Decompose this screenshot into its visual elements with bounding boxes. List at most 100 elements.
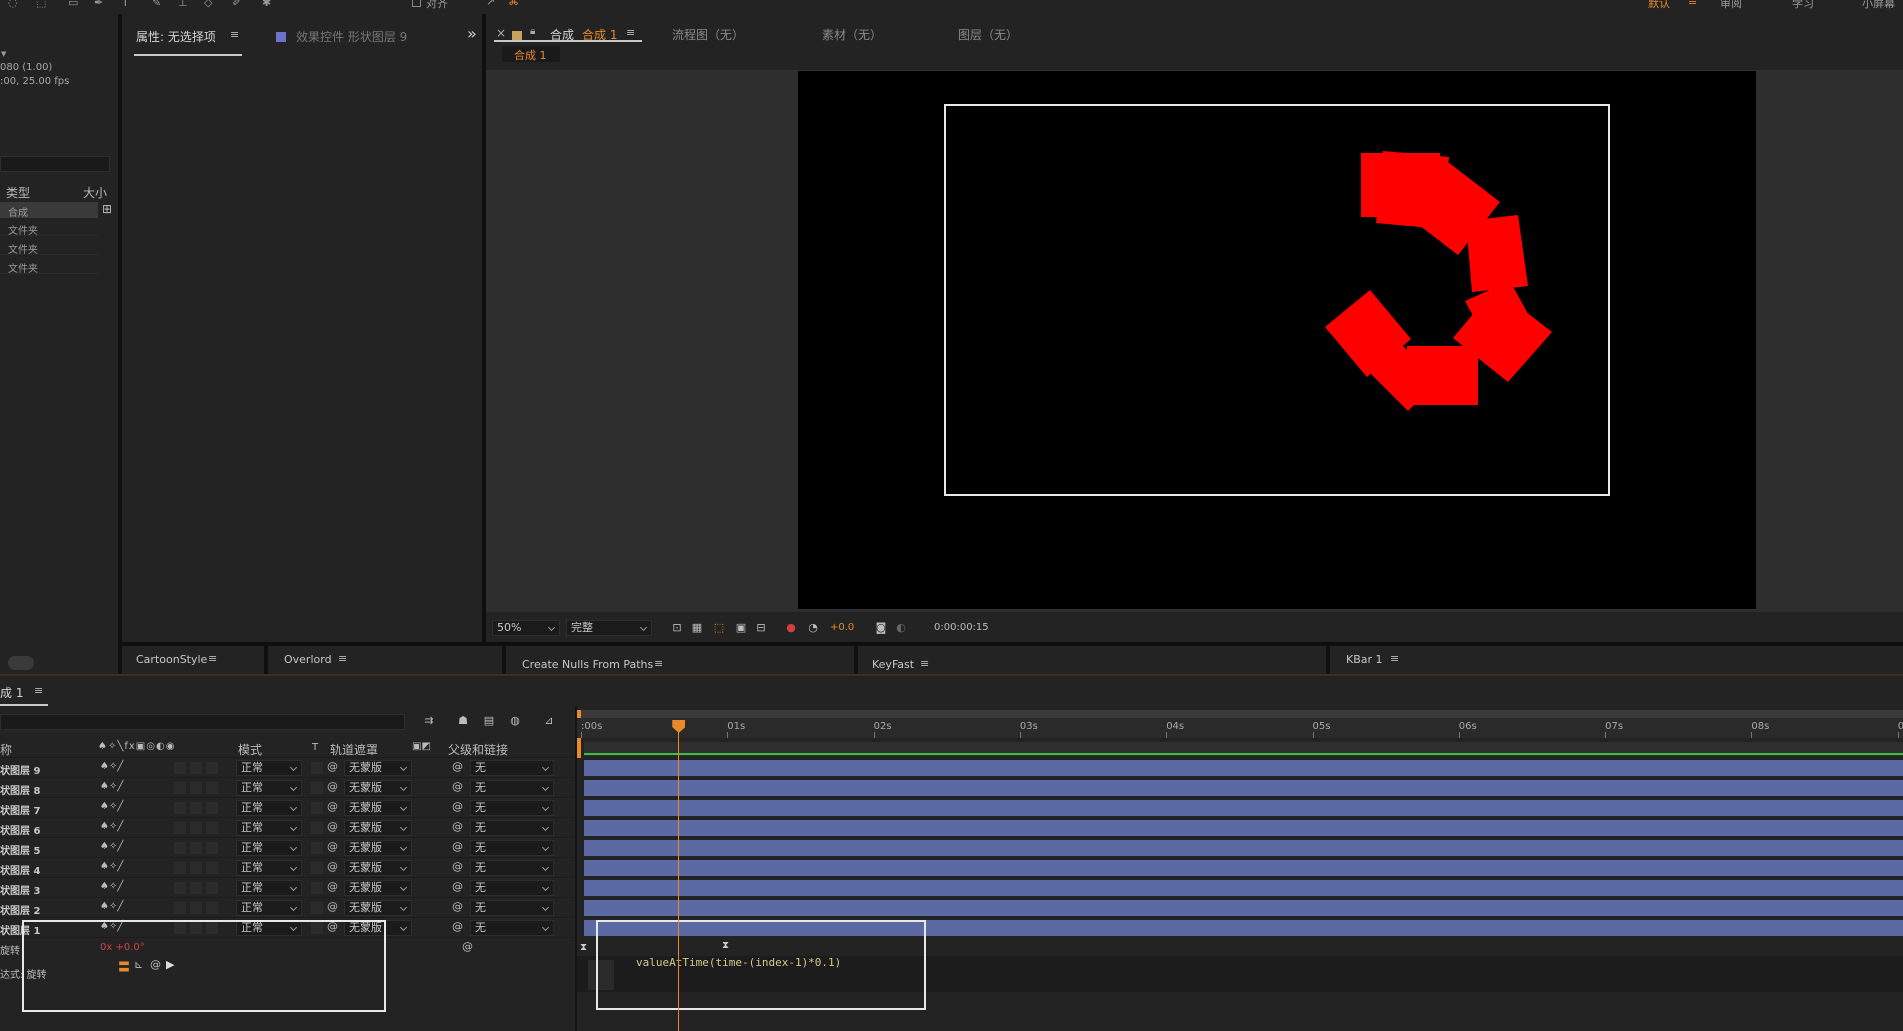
color-channels-icon[interactable]: ●	[784, 621, 798, 635]
layer-parent-dropdown[interactable]: 无	[470, 900, 554, 916]
type-tool-icon[interactable]: T	[122, 0, 129, 9]
preserve-transparency-box[interactable]	[311, 842, 323, 854]
panel-menu-icon[interactable]: ≡	[338, 652, 347, 665]
layer-parent-dropdown[interactable]: 无	[470, 880, 554, 896]
layer-parent-dropdown[interactable]: 无	[470, 840, 554, 856]
resolution-dropdown[interactable]: 完整	[566, 620, 652, 636]
layer-name[interactable]: 状图层 4	[0, 862, 40, 877]
project-item-row[interactable]: 文件夹	[0, 239, 98, 256]
layer-matte-dropdown[interactable]: 无蒙版	[344, 860, 412, 876]
tab-effect-controls[interactable]: 效果控件 形状图层 9	[296, 28, 407, 45]
layer-switches-icons[interactable]: ♠✧╱	[100, 781, 123, 792]
layer-name[interactable]: 状图层 3	[0, 882, 40, 897]
rectangle-tool-icon[interactable]: ▭	[68, 0, 78, 9]
parent-pickwhip-icon[interactable]: @	[452, 840, 463, 853]
layer-switches-icons[interactable]: ♠✧╱	[100, 821, 123, 832]
preserve-transparency-box[interactable]	[311, 822, 323, 834]
project-search-input[interactable]	[0, 156, 110, 172]
tab-footage[interactable]: 素材（无）	[822, 26, 882, 43]
tab-menu-icon[interactable]: ≡	[34, 684, 43, 697]
layer-mode-dropdown[interactable]: 正常	[236, 900, 302, 916]
parent-pickwhip-icon[interactable]: @	[452, 820, 463, 833]
col-size-header[interactable]: 大小	[83, 184, 107, 201]
layer-name[interactable]: 状图层 2	[0, 902, 40, 917]
chevron-down-icon[interactable]: ▼	[1, 50, 6, 58]
layer-av-boxes[interactable]	[174, 882, 218, 894]
parent-pickwhip-icon[interactable]: @	[452, 800, 463, 813]
workspace-default[interactable]: 默认	[1648, 0, 1670, 11]
layer-parent-dropdown[interactable]: 无	[470, 760, 554, 776]
show-snapshot-icon[interactable]: ◐	[894, 621, 908, 635]
timecode-display[interactable]: 0:00:00:15	[934, 622, 989, 633]
work-area-start-handle[interactable]	[577, 738, 581, 758]
layer-parent-dropdown[interactable]: 无	[470, 820, 554, 836]
matte-pickwhip-icon[interactable]: @	[327, 880, 338, 893]
layer-mode-dropdown[interactable]: 正常	[236, 860, 302, 876]
playhead[interactable]	[672, 720, 686, 1031]
layer-matte-dropdown[interactable]: 无蒙版	[344, 760, 412, 776]
timeline-tab[interactable]: 成 1	[0, 684, 23, 701]
brush-tool-icon[interactable]: ✎	[152, 0, 161, 9]
project-item-row[interactable]: 文件夹	[0, 258, 98, 275]
panel-keyfast[interactable]: KeyFast ≡	[858, 646, 1330, 674]
col-parent-header[interactable]: 父级和链接	[448, 741, 508, 758]
parent-pickwhip-icon[interactable]: @	[452, 880, 463, 893]
motion-blur-icon[interactable]: ◍	[508, 714, 522, 728]
snapshot-icon[interactable]: ◙	[874, 621, 888, 635]
project-item-row[interactable]: 文件夹	[0, 220, 98, 237]
roto-brush-icon[interactable]: ✐	[232, 0, 241, 9]
matte-pickwhip-icon[interactable]: @	[327, 840, 338, 853]
preserve-transparency-box[interactable]	[311, 862, 323, 874]
matte-pickwhip-icon[interactable]: @	[327, 760, 338, 773]
reset-exposure-icon[interactable]: ◔	[806, 621, 820, 635]
layer-name[interactable]: 状图层 8	[0, 782, 40, 797]
tab-layer[interactable]: 图层（无）	[958, 26, 1018, 43]
project-scrollbar[interactable]	[8, 656, 34, 670]
snap-icon[interactable]: ↗	[486, 0, 495, 8]
parent-pickwhip-icon[interactable]: @	[452, 860, 463, 873]
layer-name[interactable]: 状图层 5	[0, 842, 40, 857]
layer-duration-bar[interactable]	[584, 860, 1903, 876]
layer-matte-dropdown[interactable]: 无蒙版	[344, 840, 412, 856]
layer-duration-bar[interactable]	[584, 820, 1903, 836]
layer-duration-bar[interactable]	[584, 800, 1903, 816]
panel-menu-icon[interactable]: ≡	[208, 652, 217, 665]
layer-parent-dropdown[interactable]: 无	[470, 800, 554, 816]
shy-layers-icon[interactable]: ☗	[456, 714, 470, 728]
time-navigator[interactable]	[577, 710, 1903, 718]
tab-flowchart[interactable]: 流程图（无）	[672, 26, 744, 43]
pickwhip-icon[interactable]: @	[462, 940, 473, 953]
stamp-tool-icon[interactable]: ⊥	[178, 0, 188, 9]
workspace-learn[interactable]: 学习	[1792, 0, 1814, 11]
panel-menu-icon[interactable]: ≡	[920, 657, 929, 670]
guides-icon[interactable]: ⊟	[754, 621, 768, 635]
workspace-review[interactable]: 审阅	[1720, 0, 1742, 11]
panel-overlord[interactable]: Overlord ≡	[272, 646, 506, 674]
layer-row[interactable]: 状图层 2 ♠✧╱ 正常 @ 无蒙版 @ 无	[0, 898, 575, 918]
layer-mode-dropdown[interactable]: 正常	[236, 800, 302, 816]
parent-pickwhip-icon[interactable]: @	[452, 760, 463, 773]
layer-av-boxes[interactable]	[174, 782, 218, 794]
layer-switches-icons[interactable]: ♠✧╱	[100, 761, 123, 772]
safe-zones-icon[interactable]: ▣	[734, 621, 748, 635]
layer-row[interactable]: 状图层 9 ♠✧╱ 正常 @ 无蒙版 @ 无	[0, 758, 575, 778]
layer-parent-dropdown[interactable]: 无	[470, 860, 554, 876]
layer-parent-dropdown[interactable]: 无	[470, 920, 554, 936]
eraser-tool-icon[interactable]: ◇	[204, 0, 212, 9]
workspace-small-screen[interactable]: 小屏幕	[1862, 0, 1895, 11]
layer-matte-dropdown[interactable]: 无蒙版	[344, 780, 412, 796]
panel-menu-icon[interactable]: ≡	[1390, 652, 1399, 665]
work-area-bar[interactable]	[584, 742, 1903, 756]
layer-switches-icons[interactable]: ♠✧╱	[100, 901, 123, 912]
panel-kbar[interactable]: KBar 1 ≡	[1330, 646, 1903, 674]
layer-search-input[interactable]	[0, 714, 405, 730]
col-name-header[interactable]: 称	[0, 741, 12, 758]
fit-icon[interactable]: ⊡	[670, 621, 684, 635]
layer-row[interactable]: 状图层 7 ♠✧╱ 正常 @ 无蒙版 @ 无	[0, 798, 575, 818]
preserve-transparency-box[interactable]	[311, 782, 323, 794]
parent-pickwhip-icon[interactable]: @	[452, 920, 463, 933]
mask-visibility-icon[interactable]: ⬚	[712, 621, 726, 635]
layer-mode-dropdown[interactable]: 正常	[236, 880, 302, 896]
layer-row[interactable]: 状图层 5 ♠✧╱ 正常 @ 无蒙版 @ 无	[0, 838, 575, 858]
layer-av-boxes[interactable]	[174, 802, 218, 814]
